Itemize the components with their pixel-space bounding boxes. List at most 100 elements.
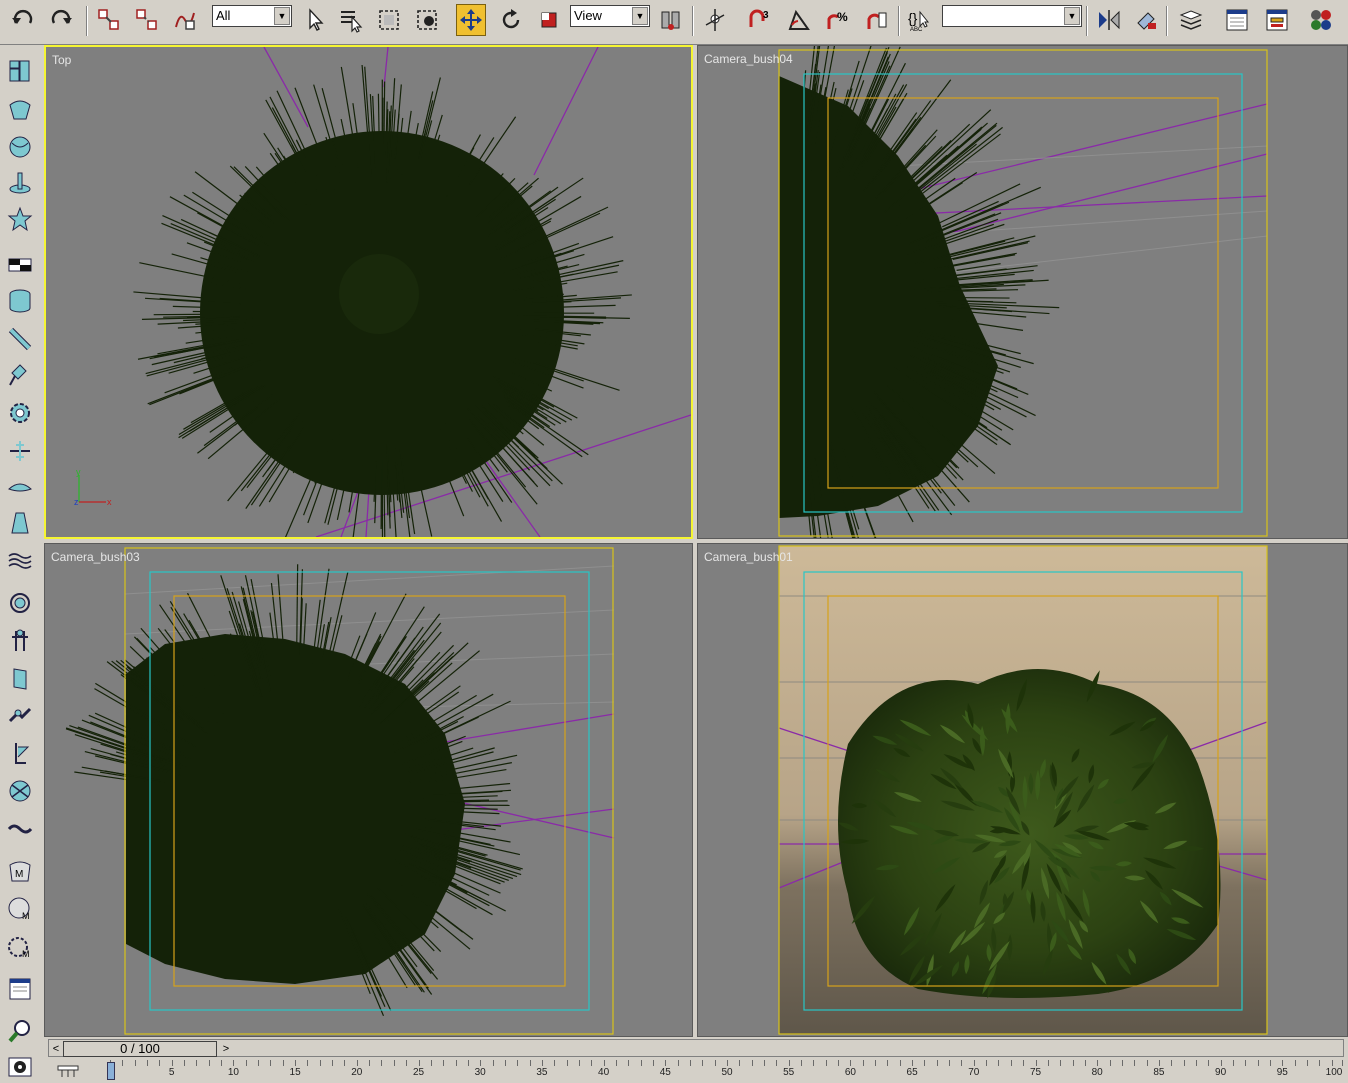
angle-snap-icon[interactable]: [784, 4, 814, 36]
selection-filter-dropdown[interactable]: All ▼: [212, 5, 292, 27]
trackbar-tick: [826, 1060, 827, 1066]
trackbar-tick: [616, 1060, 617, 1066]
create-icon[interactable]: [4, 55, 36, 87]
material-icon[interactable]: [4, 775, 36, 807]
undo-icon[interactable]: [8, 4, 38, 36]
main-toolbar: All ▼ View ▼ 3 % {}ABC: [0, 0, 1348, 45]
trackbar-tick: [678, 1060, 679, 1066]
eye-icon[interactable]: [4, 1051, 36, 1083]
trackbar-tick: [850, 1060, 851, 1066]
named-selection-dropdown[interactable]: ▼: [942, 5, 1082, 27]
manipulate-icon[interactable]: [700, 4, 730, 36]
trackbar-tick-label: 90: [1215, 1067, 1226, 1078]
trackbar-tick: [986, 1060, 987, 1066]
helix-icon[interactable]: [4, 545, 36, 577]
snap-3d-icon[interactable]: 3: [744, 4, 774, 36]
hair-icon[interactable]: [4, 625, 36, 657]
time-slider-track[interactable]: < 0 / 100 >: [48, 1039, 1344, 1057]
motion-icon[interactable]: [4, 167, 36, 199]
paint-icon[interactable]: [4, 663, 36, 695]
render-icon[interactable]: M: [4, 893, 36, 925]
trackbar-tick-label: 30: [475, 1067, 486, 1078]
bind-space-warp-icon[interactable]: [170, 4, 200, 36]
trackbar-tick: [209, 1060, 210, 1066]
selection-filter-value: All: [216, 8, 230, 23]
select-object-icon[interactable]: [300, 4, 330, 36]
viewport-label[interactable]: Top: [52, 53, 71, 67]
trackbar-tick: [419, 1060, 420, 1066]
trackbar-filter-icon[interactable]: [56, 1064, 80, 1078]
morph-icon[interactable]: [4, 737, 36, 769]
trackbar-tick: [1196, 1060, 1197, 1066]
material-editor-icon[interactable]: [1306, 4, 1336, 36]
skin-icon[interactable]: [4, 701, 36, 733]
viewport-camera-bush03[interactable]: Camera_bush03: [44, 543, 693, 1037]
modify-icon[interactable]: [4, 93, 36, 125]
utilities-icon[interactable]: [4, 249, 36, 281]
ripple-icon[interactable]: [4, 507, 36, 539]
window-crossing-icon[interactable]: [412, 4, 442, 36]
use-pivot-center-icon[interactable]: [656, 4, 686, 36]
top-view-scene: y z x: [46, 47, 691, 537]
trackbar-tick: [135, 1060, 136, 1066]
light-icon[interactable]: [4, 359, 36, 391]
time-slider-thumb[interactable]: 0 / 100: [63, 1041, 217, 1057]
select-move-icon[interactable]: [456, 4, 486, 36]
trackbar-tick-label: 60: [845, 1067, 856, 1078]
layer-manager-icon[interactable]: [1176, 4, 1206, 36]
cylinder-icon[interactable]: [4, 285, 36, 317]
camera-icon[interactable]: [4, 973, 36, 1005]
select-rotate-icon[interactable]: [496, 4, 526, 36]
trackbar-tick: [937, 1060, 938, 1066]
schematic-view-icon[interactable]: [1262, 4, 1292, 36]
trackbar-tick: [567, 1060, 568, 1066]
display-icon[interactable]: [4, 203, 36, 235]
trackbar-tick: [1159, 1060, 1160, 1066]
rect-selection-region-icon[interactable]: [374, 4, 404, 36]
viewport-camera-bush01[interactable]: Camera_bush01: [697, 543, 1348, 1037]
separator: [1086, 6, 1088, 36]
trackbar-tick: [579, 1060, 580, 1066]
spinner-snap-icon[interactable]: [862, 4, 892, 36]
zoom-icon[interactable]: M: [4, 931, 36, 963]
helper-icon[interactable]: [4, 471, 36, 503]
trackbar-tick: [801, 1060, 802, 1066]
curve-editor-icon[interactable]: [1222, 4, 1252, 36]
hierarchy-icon[interactable]: [4, 131, 36, 163]
reference-coord-dropdown[interactable]: View ▼: [570, 5, 650, 27]
gear-icon[interactable]: [4, 397, 36, 429]
redo-icon[interactable]: [46, 4, 76, 36]
trackbar[interactable]: 0510152025303540455055606570758085909510…: [44, 1060, 1348, 1080]
viewport-label[interactable]: Camera_bush01: [704, 550, 793, 564]
magnify-icon[interactable]: [4, 1015, 36, 1047]
align-icon[interactable]: [1132, 4, 1162, 36]
axis-y-label: y: [76, 467, 81, 477]
trackbar-tick: [530, 1060, 531, 1066]
map-icon[interactable]: [4, 813, 36, 845]
biped-icon[interactable]: [4, 587, 36, 619]
mirror-icon[interactable]: [1094, 4, 1124, 36]
select-scale-icon[interactable]: [534, 4, 564, 36]
time-next-button[interactable]: >: [219, 1041, 233, 1057]
trackbar-tick: [875, 1060, 876, 1066]
trackbar-tick-label: 80: [1092, 1067, 1103, 1078]
bush-wireframe: [66, 564, 523, 1016]
percent-snap-icon[interactable]: %: [822, 4, 852, 36]
trackbar-tick: [665, 1060, 666, 1066]
trackbar-tick: [493, 1060, 494, 1066]
viewport-camera-bush04[interactable]: Camera_bush04: [697, 45, 1348, 539]
reactor-icon[interactable]: M: [4, 855, 36, 887]
link-icon[interactable]: [94, 4, 124, 36]
viewport-label[interactable]: Camera_bush04: [704, 52, 793, 66]
edit-named-selection-icon[interactable]: {}ABC: [904, 4, 934, 36]
time-prev-button[interactable]: <: [49, 1041, 63, 1057]
viewport-label[interactable]: Camera_bush03: [51, 550, 140, 564]
trackbar-tick: [1184, 1060, 1185, 1066]
trackbar-tick: [739, 1060, 740, 1066]
select-by-name-icon[interactable]: [336, 4, 366, 36]
unlink-icon[interactable]: [132, 4, 162, 36]
trackbar-tick-label: 5: [169, 1067, 175, 1078]
wind-icon[interactable]: [4, 435, 36, 467]
bone-icon[interactable]: [4, 323, 36, 355]
viewport-top[interactable]: Top y z x: [44, 45, 693, 539]
